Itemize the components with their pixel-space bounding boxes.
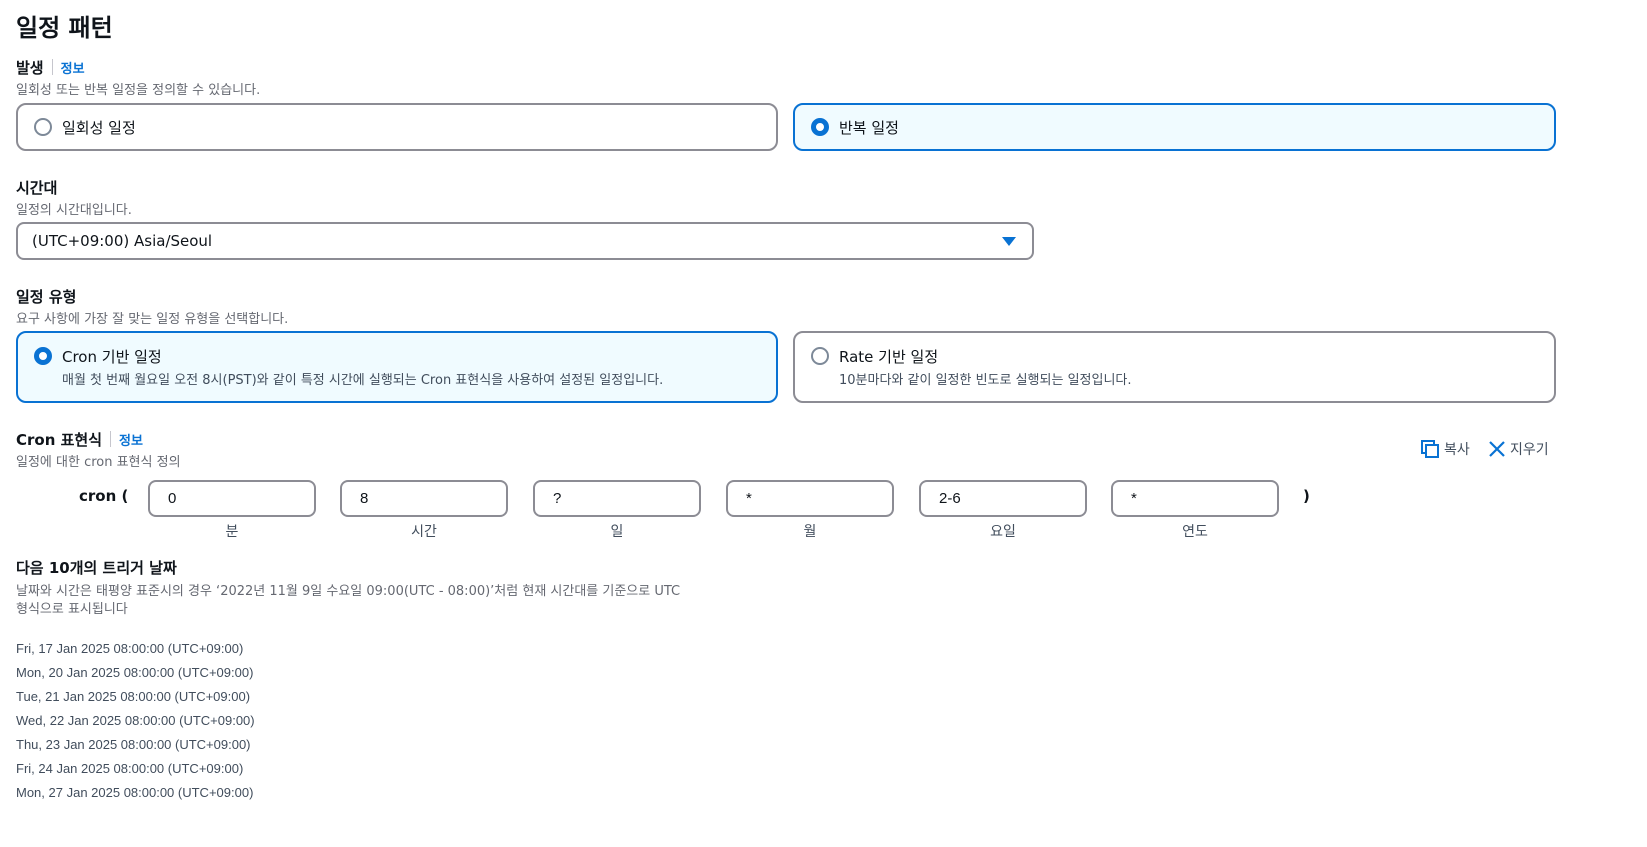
list-item: Thu, 23 Jan 2025 08:00:00 (UTC+09:00) (16, 737, 251, 752)
list-item: Mon, 20 Jan 2025 08:00:00 (UTC+09:00) (16, 665, 254, 680)
occurrence-description: 일회성 또는 반복 일정을 정의할 수 있습니다. (16, 83, 261, 98)
timezone-value: (UTC+09:00) Asia/Seoul (32, 232, 213, 250)
cron-based-description: 매월 첫 번째 월요일 오전 8시(PST)와 같이 특정 시간에 실행되는 C… (62, 373, 664, 388)
cron-month-caption: 월 (803, 524, 817, 540)
copy-button[interactable]: 복사 (1420, 439, 1470, 459)
clear-label: 지우기 (1510, 442, 1549, 458)
timezone-label: 시간대 (16, 179, 58, 197)
list-item: Fri, 17 Jan 2025 08:00:00 (UTC+09:00) (16, 641, 244, 656)
triggers-description-line2: 형식으로 표시됩니다 (16, 602, 128, 617)
occurrence-header: 발생 정보 (16, 57, 85, 78)
triggers-label: 다음 10개의 트리거 날짜 (16, 559, 177, 577)
caret-down-icon (1002, 237, 1016, 246)
one-time-schedule-option[interactable]: 일회성 일정 (16, 103, 778, 151)
recurring-schedule-option[interactable]: 반복 일정 (793, 103, 1556, 151)
cron-hours-caption: 시간 (411, 524, 437, 540)
clear-button[interactable]: 지우기 (1488, 439, 1549, 459)
triggers-description-line1: 날짜와 시간은 태평양 표준시의 경우 ‘2022년 11월 9일 수요일 09… (16, 584, 681, 599)
list-item: Wed, 22 Jan 2025 08:00:00 (UTC+09:00) (16, 713, 255, 728)
occurrence-info-link[interactable]: 정보 (61, 62, 85, 77)
cron-label: Cron 표현식 (16, 431, 103, 449)
cron-based-schedule-option[interactable]: Cron 기반 일정 매월 첫 번째 월요일 오전 8시(PST)와 같이 특정… (16, 331, 778, 403)
list-item: Tue, 21 Jan 2025 08:00:00 (UTC+09:00) (16, 689, 251, 704)
cron-prefix: cron ( (79, 487, 129, 505)
rate-based-radio[interactable] (811, 347, 829, 365)
occurrence-label: 발생 (16, 59, 44, 77)
schedule-type-label: 일정 유형 (16, 288, 77, 306)
timezone-select[interactable]: (UTC+09:00) Asia/Seoul (16, 222, 1034, 260)
cron-info-link[interactable]: 정보 (119, 434, 143, 449)
cron-minutes-caption: 분 (225, 524, 239, 540)
cron-minutes-input[interactable] (148, 480, 316, 517)
timezone-description: 일정의 시간대입니다. (16, 203, 132, 218)
cron-year-input[interactable] (1111, 480, 1279, 517)
divider (110, 431, 112, 447)
cron-based-title: Cron 기반 일정 (62, 348, 162, 366)
cron-month-input[interactable] (726, 480, 894, 517)
cron-year-caption: 연도 (1182, 524, 1208, 540)
cron-suffix: ) (1303, 487, 1310, 505)
cron-hours-input[interactable] (340, 480, 508, 517)
cron-based-radio[interactable] (34, 347, 52, 365)
rate-based-title: Rate 기반 일정 (839, 348, 939, 366)
rate-based-description: 10분마다와 같이 일정한 빈도로 실행되는 일정입니다. (839, 373, 1132, 388)
divider (51, 59, 53, 75)
list-item: Fri, 24 Jan 2025 08:00:00 (UTC+09:00) (16, 761, 244, 776)
cron-day-of-month-input[interactable] (533, 480, 701, 517)
trigger-dates-list: Fri, 17 Jan 2025 08:00:00 (UTC+09:00) Mo… (16, 640, 255, 808)
rate-based-schedule-option[interactable]: Rate 기반 일정 10분마다와 같이 일정한 빈도로 실행되는 일정입니다. (793, 331, 1556, 403)
copy-label: 복사 (1444, 442, 1470, 458)
one-time-radio[interactable] (34, 118, 52, 136)
list-item: Mon, 27 Jan 2025 08:00:00 (UTC+09:00) (16, 785, 254, 800)
recurring-label: 반복 일정 (839, 119, 899, 137)
copy-icon (1421, 440, 1439, 458)
schedule-type-description: 요구 사항에 가장 잘 맞는 일정 유형을 선택합니다. (16, 312, 289, 327)
cron-description: 일정에 대한 cron 표현식 정의 (16, 455, 181, 470)
close-icon (1489, 441, 1505, 457)
one-time-label: 일회성 일정 (62, 119, 136, 137)
cron-header: Cron 표현식 정보 (16, 429, 143, 450)
recurring-radio[interactable] (811, 118, 829, 136)
cron-day-of-month-caption: 일 (610, 524, 624, 540)
cron-day-of-week-caption: 요일 (990, 524, 1016, 540)
cron-day-of-week-input[interactable] (919, 480, 1087, 517)
page-title: 일정 패턴 (16, 14, 113, 42)
